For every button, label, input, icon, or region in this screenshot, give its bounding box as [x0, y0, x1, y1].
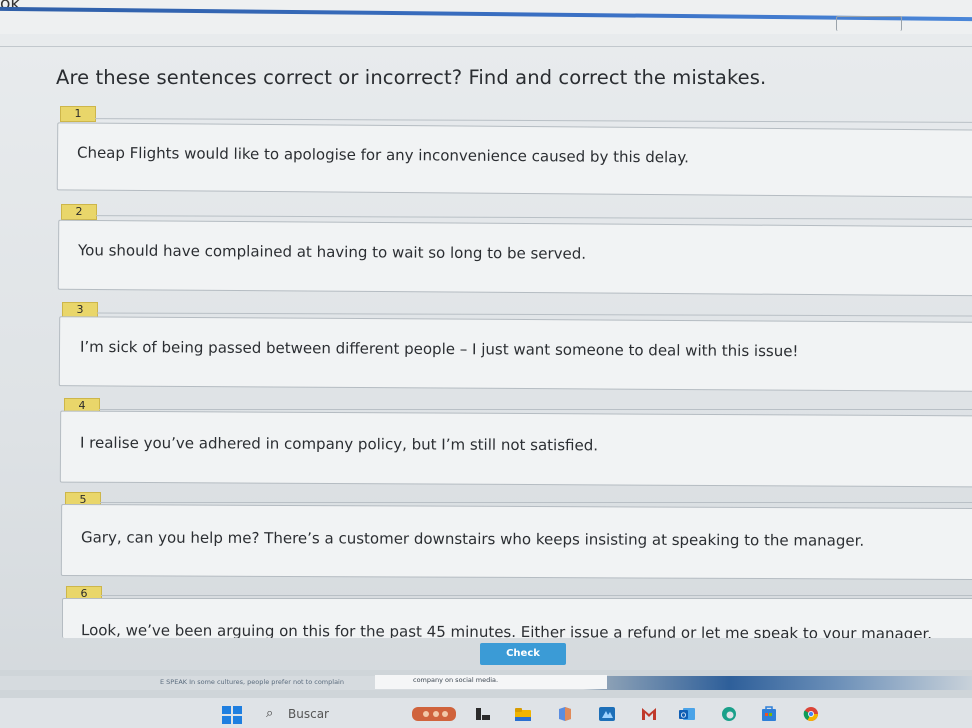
malwarebytes-icon[interactable] [640, 706, 658, 722]
edge-icon[interactable] [720, 706, 738, 722]
sentence-text: You should have complained at having to … [77, 241, 587, 263]
top-tab-outline [836, 16, 902, 31]
item-divider [97, 312, 972, 317]
item-number-badge: 2 [61, 204, 97, 220]
item-divider [95, 118, 972, 123]
photos-icon[interactable] [598, 706, 616, 722]
store-icon[interactable] [760, 706, 778, 722]
screen: ok Are these sentences correct or incorr… [0, 0, 972, 728]
item-divider [96, 215, 972, 220]
search-input[interactable]: Buscar [288, 707, 329, 721]
item-divider [99, 409, 972, 410]
item-divider [101, 595, 972, 596]
exercise-instruction: Are these sentences correct or incorrect… [56, 66, 767, 89]
search-icon: ⌕ [266, 706, 274, 721]
sentence-text: I realise you’ve adhered in company poli… [79, 433, 599, 455]
sentence-text: Gary, can you help me? There’s a custome… [80, 528, 865, 550]
top-bar: ok [0, 0, 972, 34]
accent-rule [0, 6, 972, 22]
social-media-text: company on social media. [413, 676, 499, 684]
windows-icon[interactable] [222, 706, 242, 724]
outlook-icon[interactable]: O [678, 706, 696, 722]
widgets-icon[interactable] [412, 706, 456, 722]
svg-text:O: O [681, 713, 687, 720]
check-button[interactable]: Check [480, 643, 566, 665]
item-number-badge: 1 [60, 106, 96, 122]
sentence-input-box[interactable]: Look, we’ve been arguing on this for the… [62, 598, 972, 638]
taskbar: ⌕ Buscar O [0, 698, 972, 728]
item-divider [100, 502, 972, 503]
task-view-icon[interactable] [474, 706, 492, 722]
header-divider [0, 46, 972, 47]
footer-strip: E SPEAK In some cultures, people prefer … [0, 670, 972, 698]
taskbar-search[interactable]: ⌕ Buscar [258, 704, 398, 724]
sentence-text: Look, we’ve been arguing on this for the… [80, 621, 933, 638]
copilot-icon[interactable] [556, 706, 574, 722]
chrome-icon[interactable] [802, 706, 820, 722]
file-explorer-icon[interactable] [514, 706, 532, 722]
speak-prompt-text: E SPEAK In some cultures, people prefer … [160, 678, 344, 686]
